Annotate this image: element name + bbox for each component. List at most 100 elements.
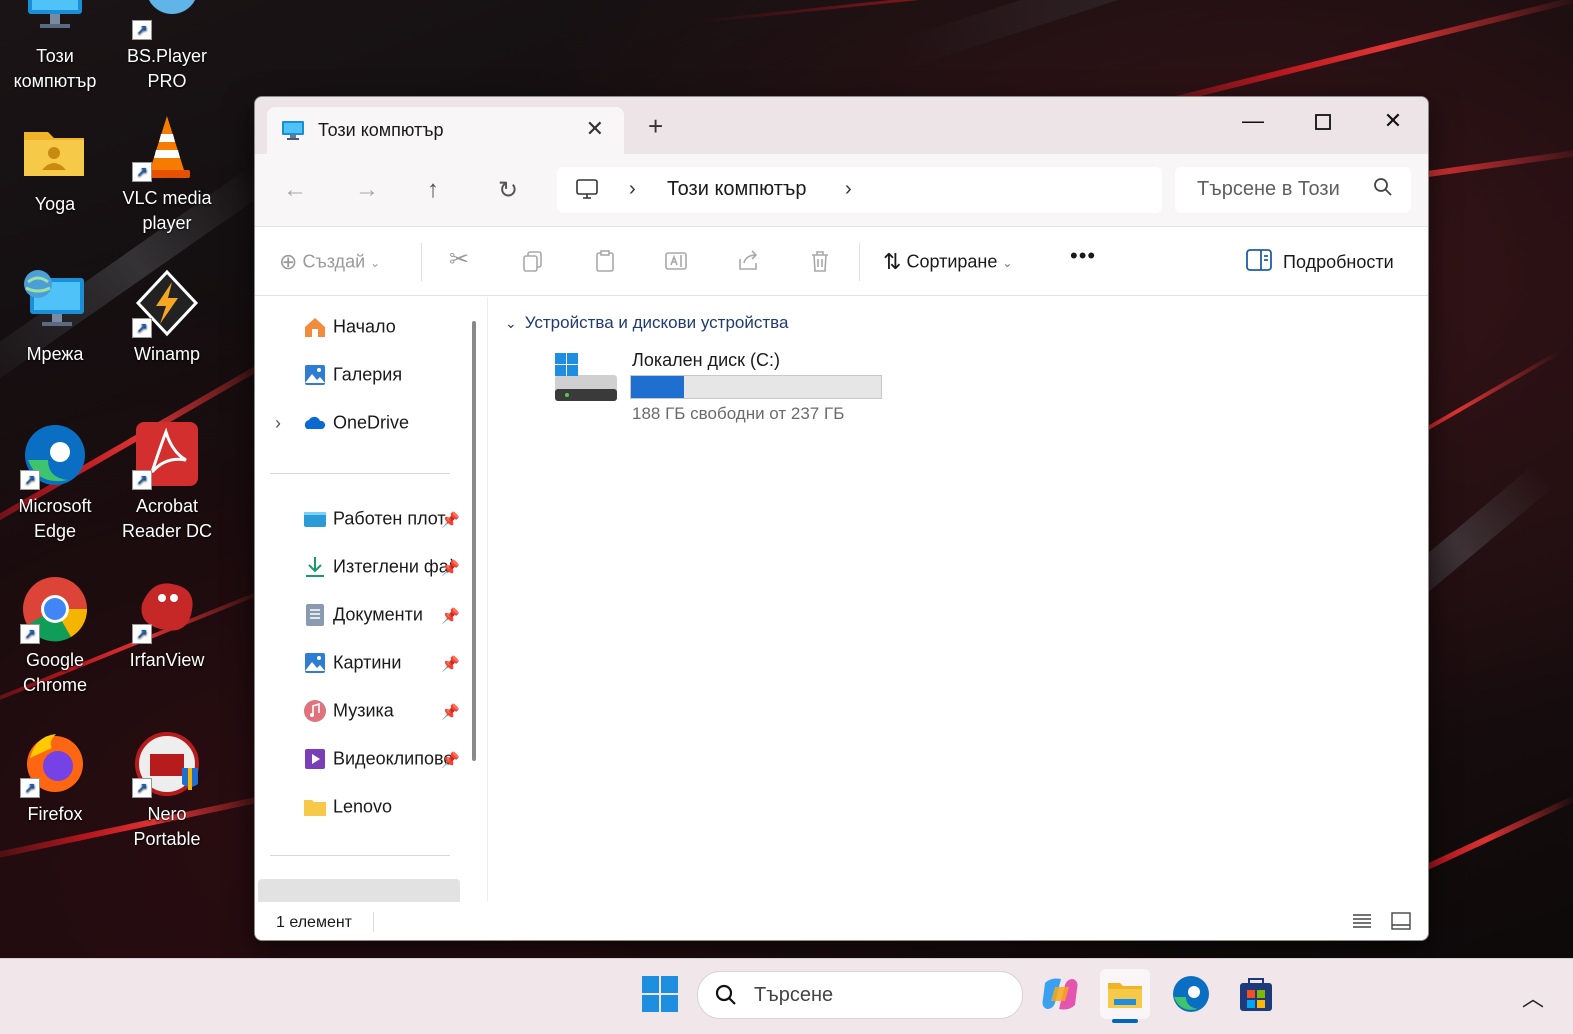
- sidebar-item-downloads[interactable]: Изтеглени файлове: [303, 555, 453, 585]
- start-button[interactable]: [635, 969, 685, 1019]
- close-tab-icon[interactable]: ✕: [586, 116, 604, 142]
- maximize-button[interactable]: [1293, 103, 1353, 139]
- cloud-icon: [303, 411, 327, 435]
- search-box[interactable]: Търсене в Този: [1175, 167, 1411, 213]
- search-icon: [714, 983, 738, 1012]
- tiles-view-icon[interactable]: [1391, 912, 1411, 935]
- bsplayer-desktop-icon[interactable]: ↗ BS.Player PRO: [117, 0, 217, 94]
- taskbar-search-box[interactable]: Търсене: [697, 971, 1023, 1019]
- refresh-icon[interactable]: ↻: [498, 176, 518, 205]
- pin-icon[interactable]: 📌: [441, 559, 460, 577]
- sidebar-item-documents[interactable]: Документи: [303, 603, 453, 633]
- expand-chevron-icon[interactable]: ›: [275, 413, 281, 434]
- vlc-desktop-icon[interactable]: ↗ VLC media player: [117, 112, 217, 236]
- shortcut-arrow-icon: ↗: [132, 624, 152, 644]
- computer-outline-icon: [575, 177, 599, 206]
- list-view-icon[interactable]: [1352, 912, 1372, 935]
- sort-arrows-icon: ⇅: [883, 249, 902, 274]
- gallery-icon: [303, 363, 327, 387]
- shortcut-arrow-icon: ↗: [132, 162, 152, 182]
- sidebar-item-home[interactable]: Начало: [303, 315, 453, 345]
- sidebar-item-gallery[interactable]: Галерия: [303, 363, 453, 393]
- pin-icon[interactable]: 📌: [441, 511, 460, 529]
- tab-title: Този компютър: [318, 120, 444, 140]
- forward-arrow-icon[interactable]: →: [355, 176, 379, 204]
- share-icon[interactable]: [736, 249, 760, 278]
- navigation-pane[interactable]: Начало Галерия › OneDrive Работен плот 📌…: [255, 297, 489, 902]
- taskbar-search-placeholder: Търсене: [754, 984, 834, 1006]
- nero-desktop-icon[interactable]: ↗ Nero Portable: [117, 728, 217, 852]
- download-icon: [303, 555, 327, 579]
- new-tab-button[interactable]: +: [648, 111, 663, 142]
- drive-usage-bar: [630, 375, 882, 399]
- rename-icon[interactable]: [664, 249, 688, 278]
- tab-this-pc[interactable]: Този компютър ✕: [267, 107, 624, 154]
- firefox-desktop-icon[interactable]: ↗ Firefox: [5, 728, 105, 827]
- create-button[interactable]: ⊕ Създай ⌄: [279, 249, 380, 275]
- sort-button[interactable]: ⇅ Сортиране ⌄: [883, 249, 1012, 275]
- shortcut-arrow-icon: ↗: [20, 778, 40, 798]
- winamp-desktop-icon[interactable]: ↗ Winamp: [117, 268, 217, 367]
- drive-free-space: 188 ГБ свободни от 237 ГБ: [632, 404, 845, 423]
- close-window-button[interactable]: ✕: [1363, 103, 1423, 139]
- computer-icon: [281, 120, 305, 147]
- pin-icon[interactable]: 📌: [441, 607, 460, 625]
- copy-icon[interactable]: [521, 249, 545, 278]
- shortcut-arrow-icon: ↗: [20, 470, 40, 490]
- file-explorer-window[interactable]: Този компютър ✕ + — ✕ ← → ↑ ↻ › Този ком…: [254, 96, 1429, 941]
- content-area[interactable]: ⌄ Устройства и дискови устройства Локален…: [489, 297, 1428, 902]
- sidebar-item-videos[interactable]: Видеоклипове: [303, 747, 453, 777]
- file-explorer-icon[interactable]: [1100, 969, 1150, 1019]
- sidebar-item-lenovo[interactable]: Lenovo: [303, 795, 453, 825]
- desktop-folder-icon: [303, 507, 327, 531]
- sidebar-item-this-pc-selected[interactable]: [258, 879, 460, 902]
- cut-icon[interactable]: ✂: [449, 245, 469, 274]
- acrobat-desktop-icon[interactable]: ↗ Acrobat Reader DC: [117, 420, 217, 544]
- details-button[interactable]: Подробности: [1246, 249, 1394, 276]
- back-arrow-icon[interactable]: ←: [283, 176, 307, 204]
- shortcut-arrow-icon: ↗: [132, 20, 152, 40]
- chevron-right-icon[interactable]: ›: [845, 178, 852, 201]
- edge-desktop-icon[interactable]: ↗ Microsoft Edge: [5, 420, 105, 544]
- plus-circle-icon: ⊕: [279, 249, 298, 274]
- microsoft-store-icon[interactable]: [1231, 969, 1281, 1019]
- shortcut-arrow-icon: ↗: [132, 318, 152, 338]
- delete-icon[interactable]: [808, 249, 832, 278]
- chrome-desktop-icon[interactable]: ↗ Google Chrome: [5, 574, 105, 698]
- sidebar-item-music[interactable]: Музика: [303, 699, 453, 729]
- details-pane-icon: [1246, 249, 1272, 275]
- network-desktop-icon[interactable]: Мрежа: [5, 268, 105, 367]
- sidebar-item-onedrive[interactable]: OneDrive: [303, 411, 453, 441]
- command-bar: ⊕ Създай ⌄ ✂ ⇅ Сортиране ⌄ ••• Подробнос…: [255, 227, 1428, 296]
- group-header-devices[interactable]: ⌄ Устройства и дискови устройства: [505, 313, 788, 333]
- pin-icon[interactable]: 📌: [441, 655, 460, 673]
- item-count: 1 елемент: [276, 914, 353, 931]
- pin-icon[interactable]: 📌: [441, 703, 460, 721]
- copilot-icon[interactable]: [1035, 969, 1085, 1019]
- pictures-icon: [303, 651, 327, 675]
- drive-name: Локален диск (C:): [632, 350, 780, 370]
- active-app-indicator: [1112, 1019, 1138, 1023]
- sidebar-item-pictures[interactable]: Картини: [303, 651, 453, 681]
- this-pc-desktop-icon[interactable]: Този компютър: [5, 0, 105, 94]
- pin-icon[interactable]: 📌: [441, 751, 460, 769]
- chevron-right-icon[interactable]: ›: [629, 178, 636, 201]
- paste-icon[interactable]: [593, 249, 617, 278]
- sidebar-item-desktop[interactable]: Работен плот: [303, 507, 453, 537]
- yoga-desktop-icon[interactable]: Yoga: [5, 118, 105, 217]
- breadcrumb-this-pc[interactable]: Този компютър: [667, 178, 806, 201]
- edge-icon[interactable]: [1166, 969, 1216, 1019]
- document-icon: [303, 603, 327, 627]
- more-options-icon[interactable]: •••: [1070, 243, 1096, 269]
- irfanview-desktop-icon[interactable]: ↗ IrfanView: [117, 574, 217, 673]
- up-arrow-icon[interactable]: ↑: [427, 176, 439, 204]
- sidebar-scrollbar[interactable]: [472, 321, 476, 761]
- status-bar: 1 елемент: [255, 902, 1428, 940]
- navigation-bar: ← → ↑ ↻ › Този компютър › Търсене в Този: [255, 154, 1428, 227]
- address-bar[interactable]: › Този компютър ›: [557, 167, 1162, 213]
- title-bar[interactable]: Този компютър ✕ + — ✕: [255, 97, 1428, 154]
- show-hidden-icons-chevron[interactable]: ︿: [1522, 981, 1544, 1013]
- home-icon: [303, 315, 327, 339]
- music-icon: [303, 699, 327, 723]
- minimize-button[interactable]: —: [1223, 103, 1283, 139]
